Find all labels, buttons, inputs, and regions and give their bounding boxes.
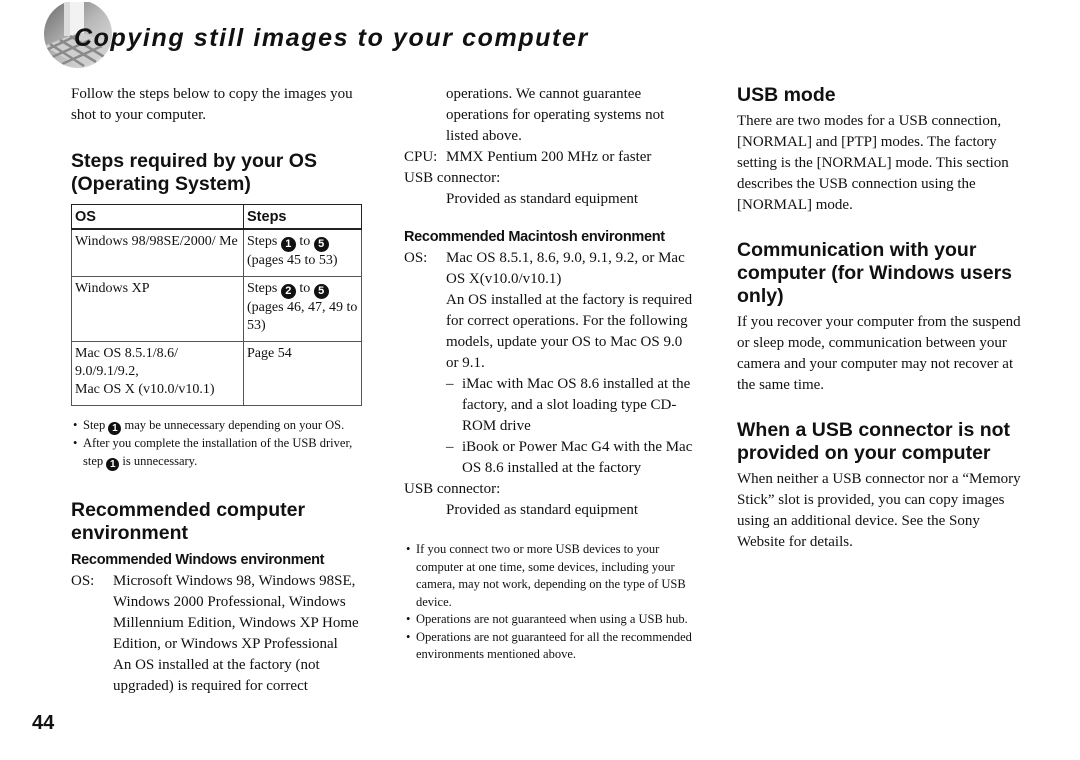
column-1: Follow the steps below to copy the image… xyxy=(71,84,363,697)
note-item: Operations are not guaranteed for all th… xyxy=(404,629,696,664)
table-cell-os: Windows 98/98SE/2000/ Me xyxy=(71,228,244,277)
note-text: Step xyxy=(83,418,106,432)
communication-text: If you recover your computer from the su… xyxy=(737,314,1021,393)
usb-label: USB connector: xyxy=(404,170,501,186)
list-item: iBook or Power Mac G4 with the Mac OS 8.… xyxy=(446,437,696,479)
mac-os-note: An OS installed at the factory is requir… xyxy=(446,292,693,371)
intro-text: Follow the steps below to copy the image… xyxy=(71,86,353,123)
note-item: Operations are not guaranteed when using… xyxy=(404,611,696,629)
table-cell-os: Mac OS 8.5.1/8.6/ 9.0/9.1/9.2, Mac OS X … xyxy=(71,341,244,406)
no-usb-heading: When a USB connector is not provided on … xyxy=(737,419,1011,464)
windows-env-heading: Recommended Windows environment xyxy=(71,551,325,568)
os-label: OS: xyxy=(71,572,95,589)
page-header: Copying still images to your computer xyxy=(40,2,740,72)
column-2: operations. We cannot guarantee operatio… xyxy=(404,84,696,664)
note-item: If you connect two or more USB devices t… xyxy=(404,541,696,611)
note-text: may be unnecessary depending on your OS. xyxy=(124,418,345,432)
usb-notes: If you connect two or more USB devices t… xyxy=(404,541,696,664)
windows-os-note-continued: operations. We cannot guarantee operatio… xyxy=(446,86,665,144)
table-cell-steps: Page 54 xyxy=(243,341,362,406)
usb-mode-heading: USB mode xyxy=(737,84,836,106)
cpu-value: MMX Pentium 200 MHz or faster xyxy=(446,149,652,165)
cpu-label: CPU: xyxy=(404,149,438,165)
os-steps-table: OS Steps Windows 98/98SE/2000/ Me Steps … xyxy=(71,204,362,406)
page-title: Copying still images to your computer xyxy=(74,24,589,52)
mac-env-heading: Recommended Macintosh environment xyxy=(404,229,665,245)
table-row: Windows 98/98SE/2000/ Me Steps 1 to 5 (p… xyxy=(71,228,362,277)
mac-os-row: OS: Mac OS 8.5.1, 8.6, 9.0, 9.1, 9.2, or… xyxy=(404,248,696,290)
table-row: Windows XP Steps 2 to 5 (pages 46, 47, 4… xyxy=(71,276,362,342)
pages-ref: (pages 45 to 53) xyxy=(247,253,338,268)
steps-notes: Step 1 may be unnecessary depending on y… xyxy=(71,417,363,471)
to-label: to xyxy=(299,281,311,296)
step-number-icon: 1 xyxy=(280,237,296,252)
table-cell-steps: Steps 1 to 5 (pages 45 to 53) xyxy=(243,228,362,277)
to-label: to xyxy=(299,234,311,249)
os-value: Mac OS 8.5.1, 8.6, 9.0, 9.1, 9.2, or Mac… xyxy=(446,250,685,287)
note-item: After you complete the installation of t… xyxy=(71,435,363,471)
step-number-icon: 1 xyxy=(108,422,122,435)
communication-heading: Communication with your computer (for Wi… xyxy=(737,239,1013,307)
column-3: USB mode There are two modes for a USB c… xyxy=(737,84,1029,553)
pages-ref: (pages 46, 47, 49 to 53) xyxy=(247,300,358,333)
note-text: is unnecessary. xyxy=(122,453,198,468)
recommended-env-heading: Recommended computer environment xyxy=(71,498,306,544)
note-item: Step 1 may be unnecessary depending on y… xyxy=(71,417,363,435)
table-header-steps: Steps xyxy=(243,204,362,230)
page-number: 44 xyxy=(32,712,55,734)
cpu-row: CPU: MMX Pentium 200 MHz or faster xyxy=(404,147,696,168)
table-cell-steps: Steps 2 to 5 (pages 46, 47, 49 to 53) xyxy=(243,276,362,342)
usb-mode-text: There are two modes for a USB connection… xyxy=(737,113,1009,213)
step-number-icon: 1 xyxy=(106,457,120,471)
steps-label: Steps xyxy=(247,281,278,296)
table-row: Mac OS 8.5.1/8.6/ 9.0/9.1/9.2, Mac OS X … xyxy=(71,341,362,406)
mac-models-list: iMac with Mac OS 8.6 installed at the fa… xyxy=(404,374,696,479)
usb-label: USB connector: xyxy=(404,481,501,497)
usb-value: Provided as standard equipment xyxy=(446,191,639,207)
table-header-row: OS Steps xyxy=(71,204,362,230)
list-item: iMac with Mac OS 8.6 installed at the fa… xyxy=(446,374,696,437)
no-usb-text: When neither a USB connector nor a “Memo… xyxy=(737,471,1021,550)
os-label: OS: xyxy=(404,250,428,266)
os-line: 9.0/9.1/9.2, xyxy=(75,364,139,379)
usb-value: Provided as standard equipment xyxy=(446,502,639,518)
os-line: Mac OS X (v10.0/v10.1) xyxy=(75,382,215,397)
windows-os-row: OS: Microsoft Windows 98, Windows 98SE, … xyxy=(71,571,363,655)
step-number-icon: 5 xyxy=(313,237,329,252)
table-cell-os: Windows XP xyxy=(71,276,244,342)
steps-heading: Steps required by your OS (Operating Sys… xyxy=(71,150,317,195)
windows-os-note: An OS installed at the factory (not upgr… xyxy=(113,656,320,694)
table-header-os: OS xyxy=(71,204,244,230)
os-line: Mac OS 8.5.1/8.6/ xyxy=(75,346,179,361)
steps-label: Steps xyxy=(247,234,278,249)
os-value: Microsoft Windows 98, Windows 98SE, Wind… xyxy=(113,572,359,652)
step-number-icon: 2 xyxy=(280,284,296,299)
step-number-icon: 5 xyxy=(313,284,329,299)
